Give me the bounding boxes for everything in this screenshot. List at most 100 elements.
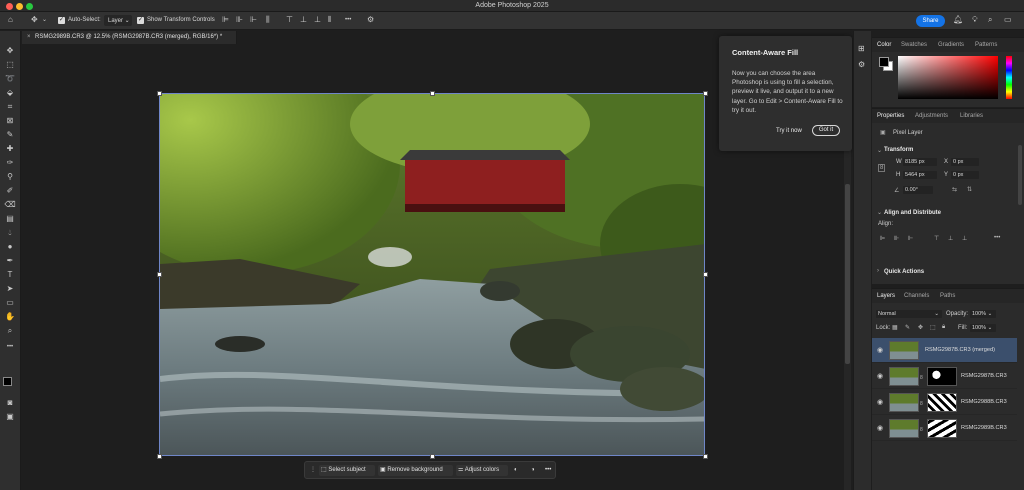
align-bottom-icon[interactable]: ⊥	[314, 15, 321, 25]
move-tool-icon[interactable]: ✥	[3, 45, 17, 57]
lock-all-icon[interactable]: 🔒︎	[942, 324, 945, 331]
transform-handle-right[interactable]	[703, 272, 708, 277]
move-tool-icon[interactable]: ✥	[31, 15, 38, 25]
show-transform-checkbox[interactable]: ✓	[137, 17, 144, 24]
brush-tool-icon[interactable]: ✑	[3, 157, 17, 169]
tab-swatches[interactable]: Swatches	[901, 42, 927, 48]
lock-position-icon[interactable]: ✥	[918, 324, 923, 331]
history-brush-tool-icon[interactable]: ✐	[3, 185, 17, 197]
auto-select-target-dropdown[interactable]: Layer ⌄	[104, 15, 132, 26]
tab-channels[interactable]: Channels	[904, 293, 929, 299]
layer-mask-thumbnail[interactable]	[927, 393, 957, 412]
remove-background-button[interactable]: ▣ Remove background	[378, 465, 453, 476]
dodge-tool-icon[interactable]: ●	[3, 241, 17, 253]
layer-name[interactable]: RSMG2987B.CR3	[961, 373, 1007, 379]
more-tools-icon[interactable]: •••	[3, 341, 17, 353]
path-selection-tool-icon[interactable]: ➤	[3, 283, 17, 295]
document-tab[interactable]: × RSMG2989B.CR3 @ 12.5% (RSMG2987B.CR3 (…	[22, 31, 237, 44]
more-options-button[interactable]: •••	[543, 465, 551, 476]
home-icon[interactable]: ⌂	[8, 15, 13, 25]
transform-handle-bottom[interactable]	[430, 454, 435, 459]
lock-transparent-icon[interactable]: ▦	[892, 324, 898, 331]
angle-input[interactable]: 0.00°	[903, 186, 933, 194]
opacity-input[interactable]: 100% ⌄	[970, 310, 996, 318]
layer-mask-thumbnail[interactable]	[927, 419, 957, 438]
more-options-icon[interactable]: •••	[345, 15, 351, 25]
lock-artboard-icon[interactable]: ⬚	[930, 324, 936, 331]
scrollbar-thumb[interactable]	[845, 184, 850, 364]
frame-tool-icon[interactable]: ⊠	[3, 115, 17, 127]
eye-icon[interactable]: ◉	[877, 372, 883, 380]
quick-mask-icon[interactable]: ◙	[3, 397, 17, 409]
screen-mode-icon[interactable]: ▣	[3, 411, 17, 423]
chevron-down-icon[interactable]: ⌄	[877, 147, 882, 154]
share-button[interactable]: Share	[916, 15, 945, 27]
adjust-colors-button[interactable]: ⚌ Adjust colors	[456, 465, 508, 476]
layer-name[interactable]: RSMG2988B.CR3	[961, 399, 1007, 405]
align-vertical-centers-icon[interactable]: ⊥	[948, 235, 953, 242]
transform-handle-left[interactable]	[157, 272, 162, 277]
fill-input[interactable]: 100% ⌄	[970, 324, 996, 332]
distribute-icon[interactable]: ⫼	[266, 15, 270, 25]
pen-tool-icon[interactable]: ✒	[3, 255, 17, 267]
drag-handle-icon[interactable]: ⋮	[308, 465, 316, 476]
transform-handle-top[interactable]	[430, 91, 435, 96]
eye-icon[interactable]: ◉	[877, 398, 883, 406]
tab-paths[interactable]: Paths	[940, 293, 955, 299]
object-selection-tool-icon[interactable]: ⬙	[3, 87, 17, 99]
blur-tool-icon[interactable]: 💧︎	[3, 227, 17, 239]
eyedropper-tool-icon[interactable]: ✎	[3, 129, 17, 141]
close-icon[interactable]: ×	[27, 34, 31, 40]
tab-layers[interactable]: Layers	[877, 293, 895, 299]
link-icon[interactable]: 8	[920, 427, 923, 433]
eye-icon[interactable]: ◉	[877, 424, 883, 432]
properties-scrollbar[interactable]	[1018, 145, 1022, 205]
transform-handle-top-right[interactable]	[703, 91, 708, 96]
transform-handle-top-left[interactable]	[157, 91, 162, 96]
chevron-down-icon[interactable]: ⌄	[42, 15, 47, 25]
rectangle-tool-icon[interactable]: ▭	[3, 297, 17, 309]
flip-horizontal-icon[interactable]: ⇆	[952, 186, 957, 193]
marquee-tool-icon[interactable]: ⬚	[3, 59, 17, 71]
link-icon[interactable]: 8	[878, 164, 886, 172]
align-middle-icon[interactable]: ⊥	[300, 15, 307, 25]
lightbulb-icon[interactable]: 💡︎	[972, 15, 978, 25]
color-picker-field[interactable]	[898, 56, 998, 99]
chevron-right-icon[interactable]: ›	[877, 268, 879, 274]
more-options-icon[interactable]: •••	[994, 235, 1000, 241]
gradient-tool-icon[interactable]: ▤	[3, 213, 17, 225]
crop-tool-icon[interactable]: ⌗	[3, 101, 17, 113]
chevron-down-icon[interactable]: ⌄	[877, 209, 882, 216]
width-input[interactable]: 8185 px	[903, 158, 937, 166]
distribute-vertical-icon[interactable]: ⫴	[328, 15, 331, 25]
tool-presets-icon[interactable]: ⚙	[858, 60, 865, 69]
lock-image-icon[interactable]: ✎	[905, 324, 910, 331]
foreground-color-swatch[interactable]	[3, 377, 12, 386]
hand-tool-icon[interactable]: ✋	[3, 311, 17, 323]
search-icon[interactable]: ⌕	[988, 15, 992, 25]
link-icon[interactable]: 8	[920, 401, 923, 407]
tab-patterns[interactable]: Patterns	[975, 42, 997, 48]
foreground-color-chip[interactable]	[879, 57, 889, 67]
align-top-icon[interactable]: ⊤	[286, 15, 293, 25]
tab-libraries[interactable]: Libraries	[960, 113, 983, 119]
select-subject-button[interactable]: ⬚ Select subject	[319, 465, 375, 476]
transform-handle-bottom-right[interactable]	[703, 454, 708, 459]
lasso-tool-icon[interactable]: ➰	[3, 73, 17, 85]
layer-row[interactable]: ◉ 8 RSMG2989B.CR3	[872, 416, 1017, 441]
layer-row[interactable]: ◉ 8 RSMG2988B.CR3	[872, 390, 1017, 415]
clone-stamp-tool-icon[interactable]: ⚲	[3, 171, 17, 183]
document-image[interactable]	[159, 93, 705, 456]
layer-mask-thumbnail[interactable]	[927, 367, 957, 386]
auto-select-checkbox[interactable]: ✓	[58, 17, 65, 24]
height-input[interactable]: 5464 px	[903, 171, 937, 179]
hue-slider[interactable]	[1006, 56, 1012, 99]
eraser-tool-icon[interactable]: ⌫	[3, 199, 17, 211]
gear-icon[interactable]: ⚙	[367, 15, 374, 25]
tab-adjustments[interactable]: Adjustments	[915, 113, 948, 119]
got-it-button[interactable]: Got it	[812, 125, 840, 136]
blend-mode-select[interactable]: Normal ⌄	[876, 310, 942, 318]
tab-color[interactable]: Color	[877, 42, 891, 48]
history-icon[interactable]: ⊞	[858, 44, 865, 53]
align-left-edges-icon[interactable]: ⊫	[880, 235, 885, 242]
